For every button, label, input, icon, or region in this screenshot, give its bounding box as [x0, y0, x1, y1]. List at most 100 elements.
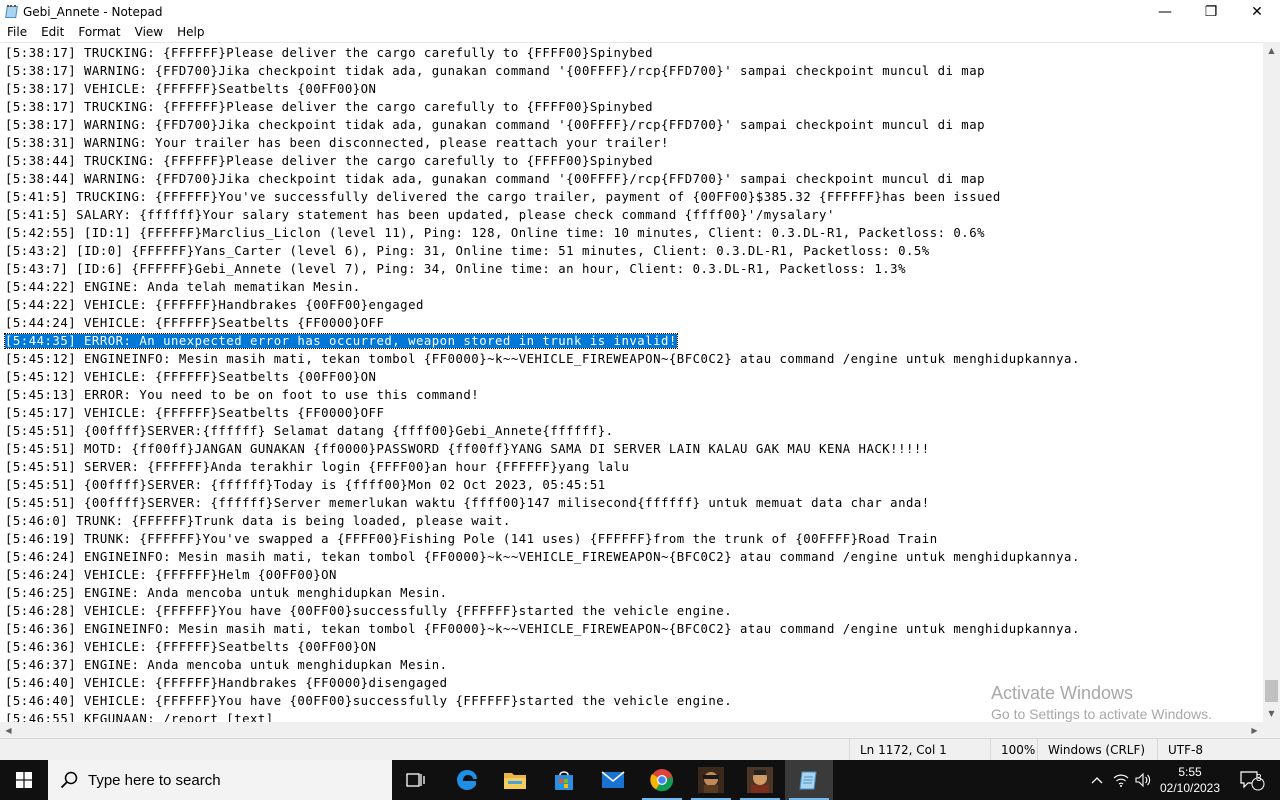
- text-line-content: [5:41:5] TRUCKING: {FFFFFF}You've succes…: [5, 190, 1001, 204]
- clock-time: 5:55: [1178, 765, 1202, 779]
- text-line: [5:45:51] {00ffff}SERVER: {ffffff}Server…: [5, 494, 1080, 512]
- text-line-content: [5:38:17] VEHICLE: {FFFFFF}Seatbelts {00…: [5, 82, 377, 96]
- text-line: [5:38:17] TRUCKING: {FFFFFF}Please deliv…: [5, 44, 1080, 62]
- notepad-icon: [5, 4, 19, 19]
- text-line-content: [5:46:55] KEGUNAAN: /report [text]: [5, 712, 274, 722]
- wifi-icon[interactable]: [1110, 760, 1132, 800]
- text-line: [5:46:19] TRUNK: {FFFFFF}You've swapped …: [5, 530, 1080, 548]
- text-line: [5:46:36] VEHICLE: {FFFFFF}Seatbelts {00…: [5, 638, 1080, 656]
- text-line-content: [5:46:0] TRUNK: {FFFFFF}Trunk data is be…: [5, 514, 511, 528]
- search-icon: [60, 771, 78, 789]
- text-line: [5:38:31] WARNING: Your trailer has been…: [5, 134, 1080, 152]
- text-line-content: [5:38:44] TRUCKING: {FFFFFF}Please deliv…: [5, 154, 654, 168]
- game-icon[interactable]: [687, 760, 735, 800]
- menu-file[interactable]: File: [0, 23, 34, 42]
- text-line-content: [5:44:22] VEHICLE: {FFFFFF}Handbrakes {0…: [5, 298, 424, 312]
- taskbar: Type here to search 5:55 02/10/2023 3: [0, 760, 1280, 800]
- chrome-icon[interactable]: [638, 760, 686, 800]
- text-line-content: [5:43:7] [ID:6] {FFFFFF}Gebi_Annete (lev…: [5, 262, 906, 276]
- text-line-content: [5:45:13] ERROR: You need to be on foot …: [5, 388, 480, 402]
- file-explorer-icon[interactable]: [491, 760, 539, 800]
- text-line: [5:43:2] [ID:0] {FFFFFF}Yans_Carter (lev…: [5, 242, 1080, 260]
- minimize-button[interactable]: —: [1142, 0, 1188, 23]
- text-line: [5:46:55] KEGUNAAN: /report [text]: [5, 710, 1080, 722]
- vertical-scrollbar[interactable]: ▲ ▼: [1263, 42, 1280, 722]
- text-line-content: [5:44:22] ENGINE: Anda telah mematikan M…: [5, 280, 361, 294]
- text-line-content: [5:45:17] VEHICLE: {FFFFFF}Seatbelts {FF…: [5, 406, 385, 420]
- scroll-left-icon[interactable]: ◀: [0, 722, 17, 738]
- taskbar-search[interactable]: Type here to search: [48, 760, 392, 800]
- text-line: [5:46:24] VEHICLE: {FFFFFF}Helm {00FF00}…: [5, 566, 1080, 584]
- maximize-button[interactable]: ❐: [1188, 0, 1234, 23]
- text-line: [5:38:44] TRUCKING: {FFFFFF}Please deliv…: [5, 152, 1080, 170]
- text-line: [5:44:24] VEHICLE: {FFFFFF}Seatbelts {FF…: [5, 314, 1080, 332]
- text-line: [5:45:13] ERROR: You need to be on foot …: [5, 386, 1080, 404]
- volume-icon[interactable]: [1132, 760, 1154, 800]
- text-line: [5:45:12] ENGINEINFO: Mesin masih mati, …: [5, 350, 1080, 368]
- text-line-content: [5:45:51] {00ffff}SERVER: {ffffff}Today …: [5, 478, 606, 492]
- text-line-content: [5:46:36] ENGINEINFO: Mesin masih mati, …: [5, 622, 1080, 636]
- chevron-up-icon[interactable]: [1086, 760, 1108, 800]
- menu-help[interactable]: Help: [170, 23, 211, 42]
- taskbar-clock[interactable]: 5:55 02/10/2023: [1153, 760, 1227, 800]
- window-title: Gebi_Annete - Notepad: [23, 4, 163, 19]
- text-line: [5:46:28] VEHICLE: {FFFFFF}You have {00F…: [5, 602, 1080, 620]
- text-line-content: [5:46:37] ENGINE: Anda mencoba untuk men…: [5, 658, 448, 672]
- selected-text: [5:44:35] ERROR: An unexpected error has…: [4, 333, 678, 349]
- notification-icon[interactable]: 3: [1232, 760, 1272, 800]
- text-line: [5:38:17] WARNING: {FFD700}Jika checkpoi…: [5, 62, 1080, 80]
- text-line-content: [5:46:19] TRUNK: {FFFFFF}You've swapped …: [5, 532, 938, 546]
- text-line: [5:46:0] TRUNK: {FFFFFF}Trunk data is be…: [5, 512, 1080, 530]
- store-icon[interactable]: [540, 760, 588, 800]
- menu-edit[interactable]: Edit: [34, 23, 71, 42]
- text-line: [5:45:51] MOTD: {ff00ff}JANGAN GUNAKAN {…: [5, 440, 1080, 458]
- text-line-content: [5:42:55] [ID:1] {FFFFFF}Marclius_Liclon…: [5, 226, 986, 240]
- text-line-content: [5:46:40] VEHICLE: {FFFFFF}You have {00F…: [5, 694, 733, 708]
- text-line-content: [5:45:12] VEHICLE: {FFFFFF}Seatbelts {00…: [5, 370, 377, 384]
- game-icon-2[interactable]: [736, 760, 784, 800]
- text-line: [5:38:17] WARNING: {FFD700}Jika checkpoi…: [5, 116, 1080, 134]
- clock-date: 02/10/2023: [1159, 781, 1221, 795]
- text-line: [5:45:12] VEHICLE: {FFFFFF}Seatbelts {00…: [5, 368, 1080, 386]
- text-line: [5:38:44] WARNING: {FFD700}Jika checkpoi…: [5, 170, 1080, 188]
- window-controls: — ❐ ✕: [1142, 0, 1280, 23]
- text-line-content: [5:45:12] ENGINEINFO: Mesin masih mati, …: [5, 352, 1080, 366]
- menu-view[interactable]: View: [128, 23, 170, 42]
- mail-icon[interactable]: [589, 760, 637, 800]
- status-bar: Ln 1172, Col 1 100% Windows (CRLF) UTF-8: [0, 738, 1280, 761]
- encoding: UTF-8: [1157, 739, 1280, 761]
- scroll-down-icon[interactable]: ▼: [1263, 705, 1280, 722]
- cursor-position: Ln 1172, Col 1: [849, 739, 990, 761]
- line-ending: Windows (CRLF): [1037, 739, 1157, 761]
- text-line: [5:44:22] ENGINE: Anda telah mematikan M…: [5, 278, 1080, 296]
- horizontal-scrollbar[interactable]: ◀ ▶: [0, 722, 1263, 738]
- text-line: [5:42:55] [ID:1] {FFFFFF}Marclius_Liclon…: [5, 224, 1080, 242]
- scroll-right-icon[interactable]: ▶: [1246, 722, 1263, 738]
- close-button[interactable]: ✕: [1234, 0, 1280, 23]
- text-line: [5:44:22] VEHICLE: {FFFFFF}Handbrakes {0…: [5, 296, 1080, 314]
- text-line-content: [5:38:17] TRUCKING: {FFFFFF}Please deliv…: [5, 100, 654, 114]
- text-editor[interactable]: [5:38:17] TRUCKING: {FFFFFF}Please deliv…: [0, 42, 1263, 722]
- scrollbar-corner: [1263, 722, 1280, 738]
- text-line: [5:41:5] TRUCKING: {FFFFFF}You've succes…: [5, 188, 1080, 206]
- edge-icon[interactable]: [443, 760, 491, 800]
- scroll-up-icon[interactable]: ▲: [1263, 42, 1280, 59]
- search-placeholder: Type here to search: [88, 771, 221, 789]
- text-line: [5:44:35] ERROR: An unexpected error has…: [4, 332, 1080, 350]
- title-bar[interactable]: Gebi_Annete - Notepad — ❐ ✕: [0, 0, 1280, 23]
- text-line: [5:38:17] TRUCKING: {FFFFFF}Please deliv…: [5, 98, 1080, 116]
- menu-format[interactable]: Format: [71, 23, 127, 42]
- scroll-thumb[interactable]: [1265, 680, 1278, 702]
- text-line-content: [5:46:36] VEHICLE: {FFFFFF}Seatbelts {00…: [5, 640, 377, 654]
- text-line: [5:46:24] ENGINEINFO: Mesin masih mati, …: [5, 548, 1080, 566]
- task-view-icon[interactable]: [392, 760, 440, 800]
- windows-start-icon[interactable]: [0, 760, 48, 800]
- text-line: [5:46:37] ENGINE: Anda mencoba untuk men…: [5, 656, 1080, 674]
- text-line-content: [5:46:25] ENGINE: Anda mencoba untuk men…: [5, 586, 448, 600]
- text-line: [5:46:25] ENGINE: Anda mencoba untuk men…: [5, 584, 1080, 602]
- notepad-taskbar-icon[interactable]: [785, 760, 833, 800]
- text-line: [5:46:40] VEHICLE: {FFFFFF}You have {00F…: [5, 692, 1080, 710]
- text-line: [5:41:5] SALARY: {ffffff}Your salary sta…: [5, 206, 1080, 224]
- notification-count: 3: [1256, 773, 1262, 784]
- text-line-content: [5:45:51] MOTD: {ff00ff}JANGAN GUNAKAN {…: [5, 442, 930, 456]
